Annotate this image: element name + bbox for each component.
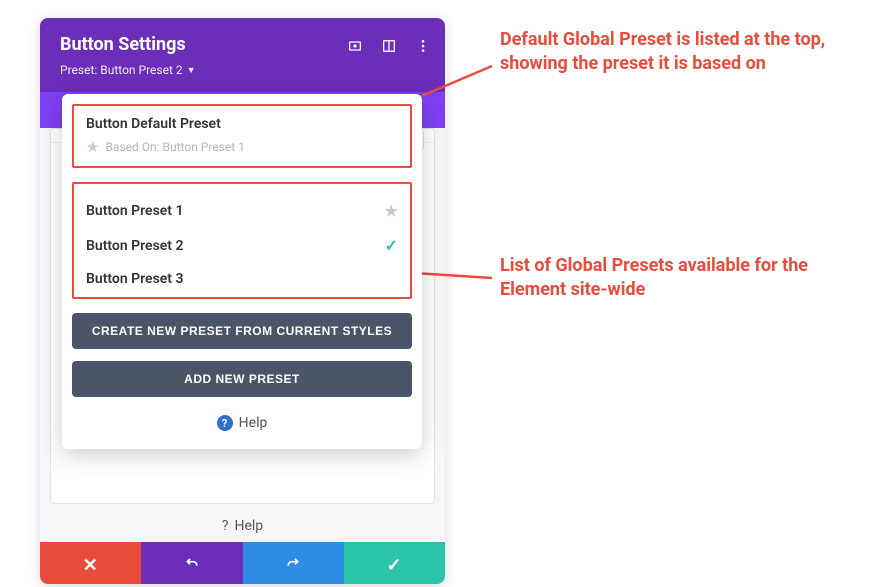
undo-button[interactable] bbox=[141, 542, 242, 584]
redo-icon bbox=[285, 555, 301, 571]
default-preset-row[interactable]: Button Default Preset bbox=[86, 116, 398, 140]
star-icon: ★ bbox=[86, 138, 99, 156]
close-icon: ✕ bbox=[83, 555, 99, 571]
preset-list-section: Button Preset 1 ★ Button Preset 2 ✓ Butt… bbox=[72, 182, 412, 299]
help-icon: ? bbox=[217, 415, 233, 431]
cancel-button[interactable]: ✕ bbox=[40, 542, 141, 584]
preset-label: Preset: Button Preset 2 bbox=[60, 63, 183, 77]
footer-action-bar: ✕ ✓ bbox=[40, 542, 445, 584]
help-icon: ? bbox=[222, 518, 229, 534]
preset-selector[interactable]: Preset: Button Preset 2 ▼ bbox=[60, 63, 196, 77]
panel-header: Button Settings Preset: Button Preset 2 … bbox=[40, 18, 445, 92]
default-preset-name: Button Default Preset bbox=[86, 116, 221, 132]
create-preset-button[interactable]: CREATE NEW PRESET FROM CURRENT STYLES bbox=[72, 313, 412, 349]
check-icon: ✓ bbox=[386, 555, 402, 571]
annotation-bottom: List of Global Presets available for the… bbox=[500, 254, 840, 303]
panel-layout-icon[interactable] bbox=[381, 38, 397, 54]
default-preset-section: Button Default Preset ★ Based On: Button… bbox=[72, 104, 412, 168]
responsive-icon[interactable] bbox=[347, 38, 363, 54]
caret-down-icon: ▼ bbox=[187, 65, 196, 76]
star-icon[interactable]: ★ bbox=[385, 202, 398, 220]
add-preset-button[interactable]: ADD NEW PRESET bbox=[72, 361, 412, 397]
preset-name: Button Preset 3 bbox=[86, 271, 184, 287]
preset-name: Button Preset 1 bbox=[86, 203, 184, 219]
based-on-label: Based On: Button Preset 1 bbox=[105, 140, 244, 154]
undo-icon bbox=[184, 555, 200, 571]
preset-row-3[interactable]: Button Preset 3 bbox=[86, 263, 398, 287]
default-preset-basedon: ★ Based On: Button Preset 1 bbox=[86, 138, 398, 156]
redo-button[interactable] bbox=[243, 542, 344, 584]
save-button[interactable]: ✓ bbox=[344, 542, 445, 584]
preset-name: Button Preset 2 bbox=[86, 238, 184, 254]
annotation-top: Default Global Preset is listed at the t… bbox=[500, 28, 840, 77]
check-icon: ✓ bbox=[385, 236, 398, 255]
more-vertical-icon[interactable] bbox=[415, 38, 431, 54]
preset-row-2[interactable]: Button Preset 2 ✓ bbox=[86, 228, 398, 263]
panel-help-link[interactable]: ? Help bbox=[40, 504, 445, 542]
dropdown-help-label: Help bbox=[239, 415, 268, 431]
header-icon-group bbox=[347, 38, 431, 54]
dropdown-help-link[interactable]: ? Help bbox=[72, 415, 412, 431]
preset-row-1[interactable]: Button Preset 1 ★ bbox=[86, 194, 398, 228]
panel-help-label: Help bbox=[234, 518, 263, 534]
preset-dropdown: Button Default Preset ★ Based On: Button… bbox=[62, 94, 422, 449]
